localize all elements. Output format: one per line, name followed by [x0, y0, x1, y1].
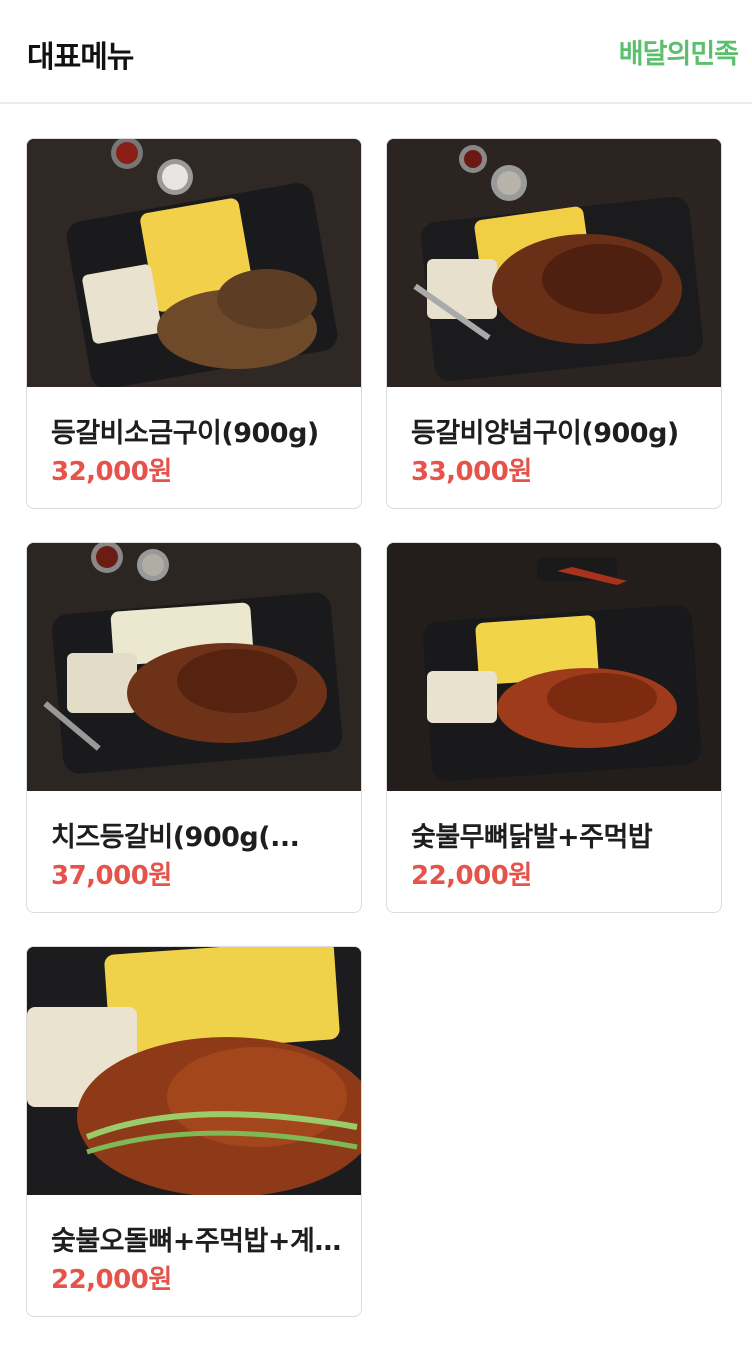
- menu-photo: [387, 139, 721, 387]
- menu-card[interactable]: 등갈비소금구이(900g) 32,000원: [26, 138, 362, 509]
- menu-card[interactable]: 숯불오돌뼈+주먹밥+계란찜 22,000원: [26, 946, 362, 1317]
- page-title: 대표메뉴: [27, 40, 134, 75]
- menu-card[interactable]: 치즈등갈비(900g(... 37,000원: [26, 542, 362, 913]
- menu-price: 32,000원: [51, 457, 172, 487]
- menu-price: 33,000원: [411, 457, 532, 487]
- menu-name: 숯불무뼈닭발+주먹밥: [411, 822, 653, 853]
- header: 대표메뉴 배달의민족: [0, 0, 752, 104]
- menu-photo: [387, 543, 721, 791]
- menu-name: 숯불오돌뼈+주먹밥+계란찜: [51, 1226, 343, 1257]
- menu-price: 37,000원: [51, 861, 172, 891]
- menu-card[interactable]: 숯불무뼈닭발+주먹밥 22,000원: [386, 542, 722, 913]
- brand-link[interactable]: 배달의민족: [619, 32, 739, 71]
- menu-name: 등갈비소금구이(900g): [51, 418, 319, 449]
- menu-photo: [27, 139, 361, 387]
- menu-photo: [27, 543, 361, 791]
- menu-price: 22,000원: [51, 1265, 172, 1295]
- menu-card[interactable]: 등갈비양념구이(900g) 33,000원: [386, 138, 722, 509]
- menu-photo: [27, 947, 361, 1195]
- menu-name: 치즈등갈비(900g(...: [51, 822, 300, 853]
- menu-price: 22,000원: [411, 861, 532, 891]
- menu-name: 등갈비양념구이(900g): [411, 418, 679, 449]
